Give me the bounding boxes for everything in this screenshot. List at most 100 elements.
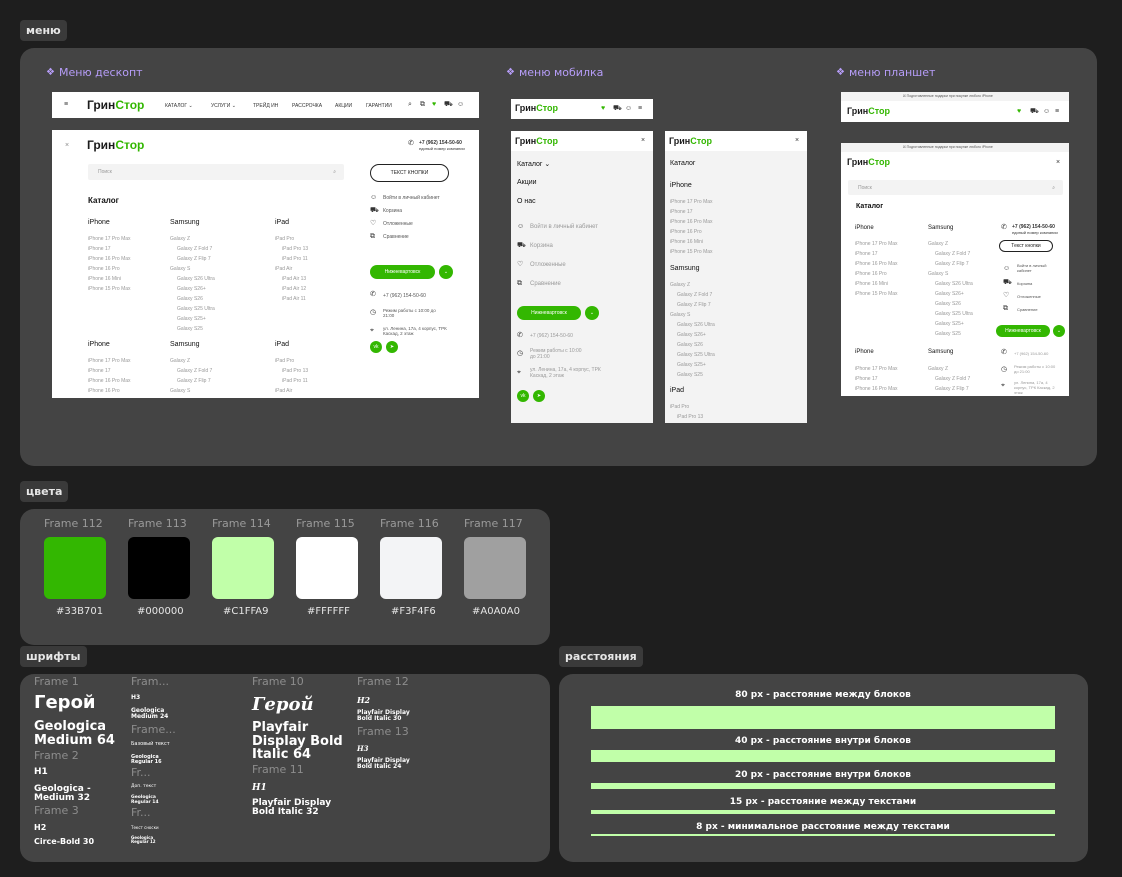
city-button[interactable]: Нижневартовск	[370, 265, 435, 279]
list-item[interactable]: iPhone 16 Pro	[670, 229, 702, 235]
list-item[interactable]: iPad Air 11	[282, 296, 306, 302]
logo[interactable]: ГринСтор	[847, 157, 890, 167]
list-item[interactable]: iPhone 17 Pro Max	[88, 236, 131, 242]
hamburger-icon[interactable]: ≡	[1055, 108, 1059, 115]
menu-about[interactable]: О нас	[517, 198, 536, 205]
col-ipad-title[interactable]: iPad	[275, 219, 289, 226]
list-item[interactable]: iPad Air 13	[282, 276, 306, 282]
col-samsung-title[interactable]: Samsung	[928, 225, 953, 231]
nav-promos[interactable]: АКЦИИ	[335, 103, 352, 109]
cart-link[interactable]: Корзина	[1017, 281, 1032, 286]
list-item[interactable]: iPhone 16 Pro	[88, 266, 120, 272]
col-samsung-title[interactable]: Samsung	[170, 341, 200, 348]
list-item[interactable]: Galaxy Z Fold 7	[677, 292, 712, 298]
col-iphone-title[interactable]: iPhone	[88, 219, 110, 226]
hamburger-icon[interactable]: ≡	[638, 105, 642, 112]
text-button[interactable]: ТЕКСТ КНОПКИ	[370, 164, 449, 182]
cart-link[interactable]: Корзина	[383, 208, 402, 214]
logo[interactable]: ГринСтор	[87, 138, 144, 152]
list-item[interactable]: iPhone 17	[855, 376, 878, 382]
list-item[interactable]: iPhone 16 Pro Max	[670, 219, 713, 225]
list-item[interactable]: iPad Pro	[670, 404, 689, 410]
col-iphone-title[interactable]: iPhone	[88, 341, 110, 348]
list-item[interactable]: iPhone 17	[670, 209, 693, 215]
list-item[interactable]: Galaxy Z Fold 7	[177, 246, 212, 252]
search-icon[interactable]: ⌕	[408, 101, 412, 108]
cart-icon[interactable]: ⛟	[613, 105, 622, 112]
list-item[interactable]: Galaxy Z Fold 7	[935, 251, 970, 257]
heart-icon[interactable]: ♥	[1017, 108, 1021, 115]
login-link[interactable]: Войти в личный кабинет	[1017, 263, 1059, 273]
list-item[interactable]: Galaxy Z Flip 7	[177, 378, 211, 384]
city-button[interactable]: Нижневартовск	[517, 306, 581, 320]
city-button[interactable]: Нижневартовск	[996, 325, 1050, 337]
col-iphone-title[interactable]: iPhone	[855, 225, 874, 231]
nav-installment[interactable]: РАССРОЧКА	[292, 103, 322, 109]
list-item[interactable]: iPhone 16 Mini	[670, 239, 703, 245]
list-item[interactable]: iPhone 15 Pro Max	[855, 291, 898, 297]
list-item[interactable]: Galaxy S26+	[677, 332, 706, 338]
list-item[interactable]: Galaxy S26+	[177, 286, 206, 292]
chevron-down-icon[interactable]: ⌄	[439, 265, 453, 279]
list-item[interactable]: iPad Air 12	[282, 286, 306, 292]
list-item[interactable]: Galaxy S26	[935, 301, 961, 307]
compare-link[interactable]: Сравнение	[530, 281, 561, 287]
close-icon[interactable]: ×	[65, 142, 69, 149]
close-icon[interactable]: ×	[641, 137, 645, 144]
list-item[interactable]: iPad Pro	[275, 236, 294, 242]
list-item[interactable]: Galaxy S	[928, 271, 948, 277]
list-item[interactable]: Galaxy S25 Ultra	[935, 311, 973, 317]
list-item[interactable]: Galaxy S25+	[677, 362, 706, 368]
list-item[interactable]: iPhone 16 Pro Max	[855, 261, 898, 267]
list-item[interactable]: Galaxy S25+	[177, 316, 206, 322]
login-link[interactable]: Войти в личный кабинет	[383, 195, 440, 201]
list-item[interactable]: Galaxy S	[170, 266, 190, 272]
list-item[interactable]: Galaxy S25	[177, 326, 203, 332]
list-item[interactable]: Galaxy S	[670, 312, 690, 318]
list-item[interactable]: iPhone 17	[88, 368, 111, 374]
list-item[interactable]: Galaxy Z	[170, 358, 190, 364]
list-item[interactable]: Galaxy Z Flip 7	[935, 261, 969, 267]
hamburger-icon[interactable]: ≡	[64, 101, 68, 108]
list-item[interactable]: iPad Pro 11	[282, 378, 308, 384]
favorites-link[interactable]: Отложенные	[530, 262, 566, 268]
list-item[interactable]: iPhone 17 Pro Max	[88, 358, 131, 364]
list-item[interactable]: Galaxy S25	[677, 372, 703, 378]
menu-promos[interactable]: Акции	[517, 179, 537, 186]
col-ipad-title[interactable]: iPad	[670, 387, 684, 394]
search-input[interactable]: Поиск ⌕	[88, 164, 344, 180]
vk-icon[interactable]: vk	[517, 390, 529, 402]
logo[interactable]: ГринСтор	[847, 106, 890, 116]
list-item[interactable]: Galaxy S26 Ultra	[935, 281, 973, 287]
list-item[interactable]: iPad Pro 13	[282, 368, 308, 374]
list-item[interactable]: Galaxy Z	[928, 241, 948, 247]
list-item[interactable]: iPhone 16 Pro Max	[88, 256, 131, 262]
nav-services[interactable]: УСЛУГИ ⌄	[211, 103, 236, 109]
user-icon[interactable]: ☺	[457, 101, 464, 108]
cart-icon[interactable]: ⛟	[444, 101, 453, 108]
list-item[interactable]: Galaxy Z	[670, 282, 690, 288]
logo[interactable]: ГринСтор	[515, 103, 558, 113]
telegram-icon[interactable]: ➤	[386, 341, 398, 353]
cart-icon[interactable]: ⛟	[1030, 108, 1039, 115]
compare-link[interactable]: Сравнение	[1017, 307, 1038, 312]
list-item[interactable]: iPhone 16 Mini	[88, 276, 121, 282]
list-item[interactable]: iPhone 17	[88, 246, 111, 252]
list-item[interactable]: iPad Air	[275, 388, 292, 394]
nav-guarantee[interactable]: ГАРАНТИИ	[366, 103, 392, 109]
user-icon[interactable]: ☺	[625, 105, 632, 112]
list-item[interactable]: Galaxy S25+	[935, 321, 964, 327]
list-item[interactable]: Galaxy Z Flip 7	[677, 302, 711, 308]
chevron-down-icon[interactable]: ⌄	[1053, 325, 1065, 337]
phone-text[interactable]: +7 (962) 154-50-60	[1014, 351, 1048, 356]
list-item[interactable]: Galaxy S26+	[935, 291, 964, 297]
user-icon[interactable]: ☺	[1043, 108, 1050, 115]
logo[interactable]: ГринСтор	[669, 136, 712, 146]
list-item[interactable]: iPhone 16 Pro Max	[88, 378, 131, 384]
logo[interactable]: ГринСтор	[515, 136, 558, 146]
list-item[interactable]: Galaxy S26	[177, 296, 203, 302]
chevron-down-icon[interactable]: ⌄	[585, 306, 599, 320]
list-item[interactable]: iPhone 15 Pro Max	[670, 249, 713, 255]
list-item[interactable]: Galaxy S26	[677, 342, 703, 348]
list-item[interactable]: iPhone 17 Pro Max	[855, 366, 898, 372]
